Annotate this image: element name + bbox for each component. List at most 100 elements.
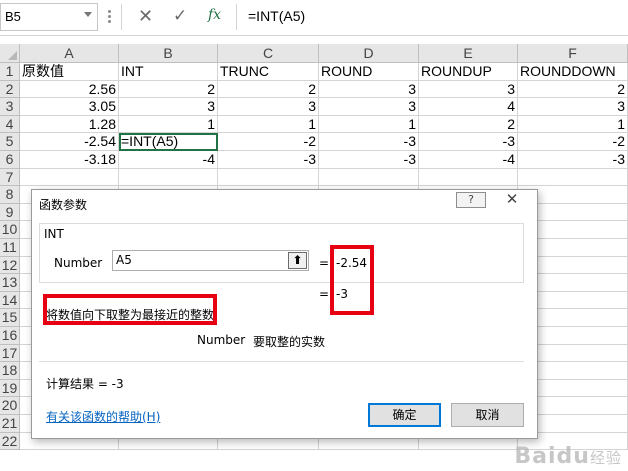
row-header-13[interactable]: 13 <box>0 274 20 292</box>
ok-button[interactable]: 确定 <box>368 403 441 427</box>
enter-icon[interactable]: ✓ <box>173 6 187 26</box>
row-header-7[interactable]: 7 <box>0 168 20 187</box>
row-header-8[interactable]: 8 <box>0 186 20 204</box>
cell-d4[interactable]: 1 <box>319 115 419 134</box>
row-header-20[interactable]: 20 <box>0 397 20 415</box>
collapse-dialog-icon[interactable]: ⬆ <box>288 252 307 269</box>
function-help-link[interactable]: 有关该函数的帮助(H) <box>46 408 160 425</box>
cell-b5[interactable]: =INT(A5) <box>119 133 218 151</box>
cell-d1[interactable]: ROUND <box>319 63 419 81</box>
column-header-b[interactable]: B <box>119 44 218 63</box>
insert-function-icon[interactable]: fx <box>208 7 221 23</box>
row-header-10[interactable]: 10 <box>0 221 20 239</box>
drag-handle-icon[interactable] <box>108 8 112 26</box>
cell-c3[interactable]: 3 <box>218 98 319 116</box>
row-header-16[interactable]: 16 <box>0 327 20 345</box>
cell-d5[interactable]: -3 <box>319 133 419 151</box>
name-box[interactable]: B5 <box>0 3 98 31</box>
cell-e1[interactable]: ROUNDUP <box>419 63 518 81</box>
row-header-21[interactable]: 21 <box>0 415 20 433</box>
formula-bar: B5 ✕ ✓ fx =INT(A5) <box>0 0 628 36</box>
column-header-c[interactable]: C <box>218 44 319 63</box>
cell-e4[interactable]: 2 <box>419 115 518 134</box>
cell-c2[interactable]: 2 <box>218 80 319 99</box>
cell-a7[interactable] <box>20 168 119 187</box>
cancel-button[interactable]: 取消 <box>451 403 524 427</box>
name-box-value: B5 <box>5 9 21 24</box>
formula-input[interactable]: =INT(A5) <box>248 8 305 24</box>
cancel-icon[interactable]: ✕ <box>138 6 153 27</box>
row-header-5[interactable]: 5 <box>0 133 20 151</box>
cell-d6[interactable]: -3 <box>319 151 419 169</box>
select-all-corner[interactable] <box>0 44 20 63</box>
cell-b1[interactable]: INT <box>119 63 218 81</box>
function-result: -3 <box>336 287 348 301</box>
cell-e2[interactable]: 3 <box>419 80 518 99</box>
row-header-15[interactable]: 15 <box>0 309 20 327</box>
row-header-12[interactable]: 12 <box>0 256 20 275</box>
cell-c4[interactable]: 1 <box>218 115 319 134</box>
cell-a4[interactable]: 1.28 <box>20 115 119 134</box>
argument-description-text: 要取整的实数 <box>253 335 326 349</box>
cell-a3[interactable]: 3.05 <box>20 98 119 116</box>
cell-f2[interactable]: 2 <box>518 80 628 99</box>
row-header-1[interactable]: 1 <box>0 63 20 81</box>
cell-d3[interactable]: 3 <box>319 98 419 116</box>
cell-e3[interactable]: 4 <box>419 98 518 116</box>
cell-a6[interactable]: -3.18 <box>20 151 119 169</box>
column-header-e[interactable]: E <box>419 44 518 63</box>
function-name: INT <box>44 227 64 241</box>
cell-b6[interactable]: -4 <box>119 151 218 169</box>
row-header-14[interactable]: 14 <box>0 291 20 310</box>
equals-sign: = <box>319 256 330 270</box>
cell-c6[interactable]: -3 <box>218 151 319 169</box>
cell-a2[interactable]: 2.56 <box>20 80 119 99</box>
column-header-d[interactable]: D <box>319 44 419 63</box>
cell-a1[interactable]: 原数值 <box>20 63 119 81</box>
spacer <box>0 36 628 44</box>
column-header-f[interactable]: F <box>518 44 628 63</box>
cell-f7[interactable] <box>518 168 628 187</box>
number-argument-input[interactable]: A5 <box>112 250 309 271</box>
cell-e5[interactable]: -3 <box>419 133 518 151</box>
cell-b7[interactable] <box>119 168 218 187</box>
row-header-4[interactable]: 4 <box>0 115 20 134</box>
function-description: 将数值向下取整为最接近的整数 <box>46 308 215 322</box>
row-header-2[interactable]: 2 <box>0 80 20 99</box>
cell-b2[interactable]: 2 <box>119 80 218 99</box>
argument-value: -2.54 <box>336 256 368 270</box>
baidu-jingyan-watermark: Baidu经验 <box>514 444 622 469</box>
row-header-9[interactable]: 9 <box>0 203 20 222</box>
cell-d7[interactable] <box>319 168 419 187</box>
argument-description-name: Number <box>197 333 246 347</box>
cell-e7[interactable] <box>419 168 518 187</box>
row-header-3[interactable]: 3 <box>0 98 20 116</box>
argument-label: Number <box>54 256 103 270</box>
cell-f1[interactable]: ROUNDDOWN <box>518 63 628 81</box>
row-header-6[interactable]: 6 <box>0 151 20 169</box>
divider <box>236 4 237 30</box>
cell-b3[interactable]: 3 <box>119 98 218 116</box>
cell-a5[interactable]: -2.54 <box>20 133 119 151</box>
cell-f4[interactable]: 1 <box>518 115 628 134</box>
cell-f5[interactable]: -2 <box>518 133 628 151</box>
close-button[interactable]: ✕ <box>492 190 532 208</box>
chevron-down-icon[interactable] <box>84 12 92 17</box>
cell-f3[interactable]: 3 <box>518 98 628 116</box>
row-header-18[interactable]: 18 <box>0 362 20 380</box>
row-header-11[interactable]: 11 <box>0 239 20 257</box>
cell-f6[interactable]: -3 <box>518 151 628 169</box>
help-button[interactable]: ? <box>456 192 486 208</box>
dialog-title: 函数参数 <box>39 198 88 212</box>
cell-b4[interactable]: 1 <box>119 115 218 134</box>
cell-c5[interactable]: -2 <box>218 133 319 151</box>
cell-c7[interactable] <box>218 168 319 187</box>
cell-c1[interactable]: TRUNC <box>218 63 319 81</box>
row-header-22[interactable]: 22 <box>0 432 20 451</box>
function-arguments-dialog: 函数参数 ? ✕ INT Number A5 ⬆ = -2.54 = -3 将数… <box>31 189 538 439</box>
row-header-17[interactable]: 17 <box>0 344 20 363</box>
cell-e6[interactable]: -4 <box>419 151 518 169</box>
column-header-a[interactable]: A <box>20 44 119 63</box>
row-header-19[interactable]: 19 <box>0 379 20 398</box>
cell-d2[interactable]: 3 <box>319 80 419 99</box>
